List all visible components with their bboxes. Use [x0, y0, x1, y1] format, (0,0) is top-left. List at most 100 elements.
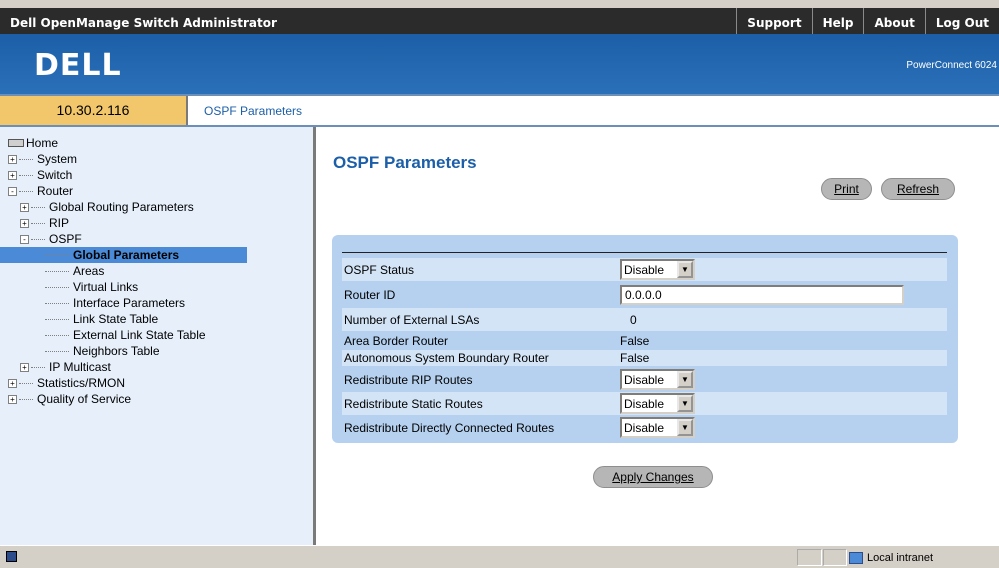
app-title: Dell OpenManage Switch Administrator: [10, 16, 277, 30]
redistribute-rip-select[interactable]: Disable ▼: [620, 369, 695, 390]
expand-icon[interactable]: +: [8, 378, 17, 388]
tree-item-label: Router: [37, 184, 74, 198]
tree-item[interactable]: Link State Table: [8, 311, 247, 327]
refresh-button[interactable]: Refresh: [881, 178, 955, 200]
tree-connector: [45, 350, 69, 352]
dropdown-arrow-icon: ▼: [677, 371, 693, 388]
tree-item-label: Global Parameters: [73, 248, 180, 262]
collapse-icon[interactable]: -: [8, 186, 17, 196]
tree-connector: [19, 398, 33, 400]
tree-item-label: Statistics/RMON: [37, 376, 126, 390]
ospf-status-select[interactable]: Disable ▼: [620, 259, 695, 280]
tree-item-label: Virtual Links: [73, 280, 139, 294]
tree-item-label: Link State Table: [73, 312, 159, 326]
tree-connector: [31, 222, 45, 224]
redistribute-static-select[interactable]: Disable ▼: [620, 393, 695, 414]
device-ip: 10.30.2.116: [0, 96, 188, 125]
external-lsas-value: 0: [630, 312, 637, 327]
tree-item[interactable]: Virtual Links: [8, 279, 247, 295]
router-id-row: Router ID: [342, 283, 947, 306]
expand-icon[interactable]: +: [8, 154, 17, 164]
tree-connector: [19, 174, 33, 176]
tree-item-label: External Link State Table: [73, 328, 206, 342]
security-zone: Local intranet: [849, 549, 933, 566]
tree-item[interactable]: Areas: [8, 263, 247, 279]
tree-item-label: RIP: [49, 216, 70, 230]
tree-item-label: Quality of Service: [37, 392, 132, 406]
browser-status-bar: Local intranet: [0, 545, 999, 568]
tree-connector: [31, 238, 45, 240]
redistribute-rip-label: Redistribute RIP Routes: [344, 372, 473, 387]
top-nav: Support Help About Log Out: [736, 8, 999, 34]
tree-item-label: Switch: [37, 168, 73, 182]
ospf-status-row: OSPF Status Disable ▼: [342, 258, 947, 281]
tree-item[interactable]: + Statistics/RMON: [8, 375, 247, 391]
page-status-icon: [6, 551, 17, 562]
navigation-tree: Home + System + Switch - Router + Global Routing…: [0, 135, 247, 407]
tree-item[interactable]: External Link State Table: [8, 327, 247, 343]
top-header: Dell OpenManage Switch Administrator Sup…: [0, 0, 999, 34]
expand-icon[interactable]: +: [20, 218, 29, 228]
dropdown-arrow-icon: ▼: [677, 395, 693, 412]
tree-item[interactable]: + Quality of Service: [8, 391, 247, 407]
dell-logo: DELL: [34, 48, 122, 83]
navigation-tree-panel: Home + System + Switch - Router + Global Routing…: [0, 127, 316, 545]
redistribute-static-value: Disable: [624, 396, 665, 411]
logout-link[interactable]: Log Out: [924, 8, 999, 34]
page-title: OSPF Parameters: [333, 153, 477, 172]
router-id-input[interactable]: [620, 284, 904, 305]
tree-item[interactable]: + Global Routing Parameters: [8, 199, 247, 215]
expand-icon[interactable]: +: [20, 202, 29, 212]
redistribute-rip-row: Redistribute RIP Routes Disable ▼: [342, 368, 947, 391]
tree-connector: [45, 334, 69, 336]
product-name: PowerConnect 6024: [906, 60, 997, 71]
tree-item[interactable]: + System: [8, 151, 247, 167]
help-link[interactable]: Help: [811, 8, 864, 34]
support-link[interactable]: Support: [736, 8, 811, 34]
brand-band: DELL PowerConnect 6024: [0, 34, 999, 94]
as-boundary-router-row: Autonomous System Boundary Router False: [342, 350, 947, 366]
tree-item[interactable]: + RIP: [8, 215, 247, 231]
zone-label: Local intranet: [867, 551, 934, 564]
redistribute-connected-row: Redistribute Directly Connected Routes D…: [342, 416, 947, 439]
tree-item[interactable]: Interface Parameters: [8, 295, 247, 311]
apply-changes-button[interactable]: Apply Changes: [593, 466, 713, 488]
ospf-status-value: Disable: [624, 262, 665, 277]
tree-item-label: Interface Parameters: [73, 296, 186, 310]
tree-item[interactable]: Global Parameters: [0, 247, 247, 263]
tree-item-label: Home: [26, 136, 59, 150]
tree-connector: [45, 270, 69, 272]
router-id-label: Router ID: [344, 287, 396, 302]
tree-item-label: IP Multicast: [49, 360, 111, 374]
main-content: OSPF Parameters Print Refresh OSPF Statu…: [319, 127, 999, 545]
tree-connector: [45, 318, 69, 320]
expand-icon[interactable]: +: [20, 362, 29, 372]
redistribute-connected-select[interactable]: Disable ▼: [620, 417, 695, 438]
external-lsas-label: Number of External LSAs: [344, 312, 480, 327]
expand-icon[interactable]: +: [8, 170, 17, 180]
tree-item[interactable]: + Switch: [8, 167, 247, 183]
tree-item[interactable]: Home: [8, 135, 247, 151]
tree-item[interactable]: - OSPF: [8, 231, 247, 247]
as-boundary-router-value: False: [620, 351, 650, 365]
tree-item[interactable]: + IP Multicast: [8, 359, 247, 375]
expand-icon[interactable]: +: [8, 394, 17, 404]
browser-window: Dell OpenManage Switch Administrator Sup…: [0, 0, 999, 568]
dropdown-arrow-icon: ▼: [677, 419, 693, 436]
tree-item-label: OSPF: [49, 232, 82, 246]
collapse-icon[interactable]: -: [20, 234, 29, 244]
tree-item[interactable]: Neighbors Table: [8, 343, 247, 359]
tree-item[interactable]: - Router: [8, 183, 247, 199]
about-link[interactable]: About: [863, 8, 924, 34]
breadcrumb[interactable]: OSPF Parameters: [204, 104, 302, 118]
redistribute-static-label: Redistribute Static Routes: [344, 396, 483, 411]
form-divider: [342, 252, 947, 253]
ospf-parameters-form: OSPF Status Disable ▼ Router ID Number o…: [332, 235, 958, 443]
print-button[interactable]: Print: [821, 178, 872, 200]
home-icon: [8, 139, 24, 147]
area-border-router-value: False: [620, 334, 650, 348]
status-cell: [797, 549, 822, 566]
dropdown-arrow-icon: ▼: [677, 261, 693, 278]
tree-connector: [31, 366, 45, 368]
ospf-status-label: OSPF Status: [344, 262, 415, 277]
